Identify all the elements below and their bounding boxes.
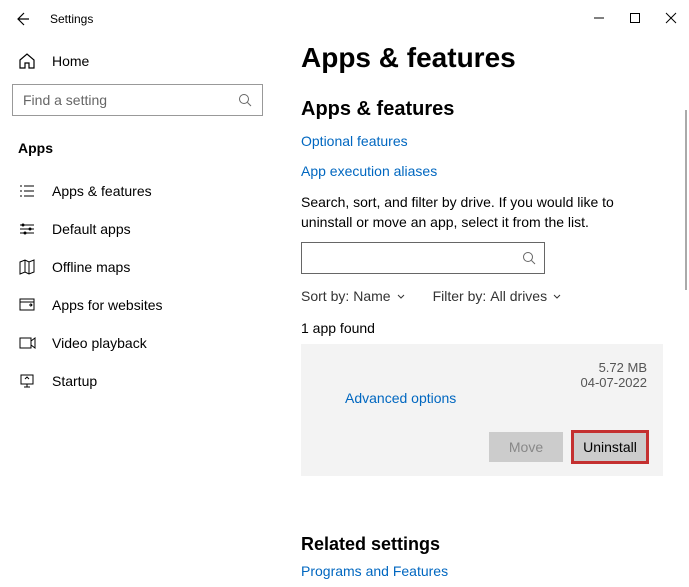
nav-default-apps[interactable]: Default apps	[0, 210, 275, 248]
section-heading: Apps & features	[301, 98, 663, 121]
description-text: Search, sort, and filter by drive. If yo…	[301, 193, 663, 232]
chevron-down-icon	[395, 290, 407, 302]
back-button[interactable]	[12, 9, 32, 29]
chevron-down-icon	[551, 290, 563, 302]
advanced-options-link[interactable]: Advanced options	[345, 390, 456, 406]
sidebar: Settings Home Apps Apps & features Defau…	[0, 0, 275, 587]
filter-input[interactable]	[310, 251, 522, 266]
websites-icon	[18, 296, 36, 314]
list-icon	[18, 182, 36, 200]
startup-icon	[18, 372, 36, 390]
search-icon	[238, 93, 252, 107]
home-label: Home	[52, 53, 89, 69]
nav-label: Apps & features	[52, 183, 152, 199]
nav-label: Apps for websites	[52, 297, 163, 313]
optional-features-link[interactable]: Optional features	[301, 133, 663, 149]
sort-value: Name	[353, 288, 390, 304]
sort-by-dropdown[interactable]: Sort by: Name	[301, 288, 407, 304]
nav-label: Offline maps	[52, 259, 130, 275]
nav-label: Default apps	[52, 221, 131, 237]
sort-label: Sort by:	[301, 288, 349, 304]
video-icon	[18, 334, 36, 352]
scrollbar[interactable]	[685, 110, 687, 290]
page-heading: Apps & features	[301, 42, 663, 74]
app-size: 5.72 MB	[581, 360, 648, 375]
search-input[interactable]	[23, 92, 238, 108]
app-execution-aliases-link[interactable]: App execution aliases	[301, 163, 663, 179]
nav-label: Startup	[52, 373, 97, 389]
search-icon	[522, 251, 536, 265]
window-title: Settings	[50, 12, 93, 26]
home-nav[interactable]: Home	[0, 46, 275, 84]
filter-label: Filter by:	[433, 288, 487, 304]
section-label: Apps	[0, 132, 275, 172]
app-date: 04-07-2022	[581, 375, 648, 390]
nav-apps-features[interactable]: Apps & features	[0, 172, 275, 210]
filter-search-box[interactable]	[301, 242, 545, 274]
defaults-icon	[18, 220, 36, 238]
nav-offline-maps[interactable]: Offline maps	[0, 248, 275, 286]
map-icon	[18, 258, 36, 276]
move-button[interactable]: Move	[489, 432, 563, 462]
app-card[interactable]: 5.72 MB 04-07-2022 Advanced options Move…	[301, 344, 663, 476]
filter-value: All drives	[490, 288, 547, 304]
nav-apps-websites[interactable]: Apps for websites	[0, 286, 275, 324]
filter-by-dropdown[interactable]: Filter by: All drives	[433, 288, 563, 304]
uninstall-button[interactable]: Uninstall	[573, 432, 647, 462]
app-count: 1 app found	[301, 320, 663, 336]
related-heading: Related settings	[301, 534, 663, 555]
search-box[interactable]	[12, 84, 263, 116]
nav-video-playback[interactable]: Video playback	[0, 324, 275, 362]
nav-label: Video playback	[52, 335, 147, 351]
programs-features-link[interactable]: Programs and Features	[301, 563, 663, 579]
main-content: Apps & features Apps & features Optional…	[275, 0, 689, 587]
nav-startup[interactable]: Startup	[0, 362, 275, 400]
home-icon	[18, 52, 36, 70]
